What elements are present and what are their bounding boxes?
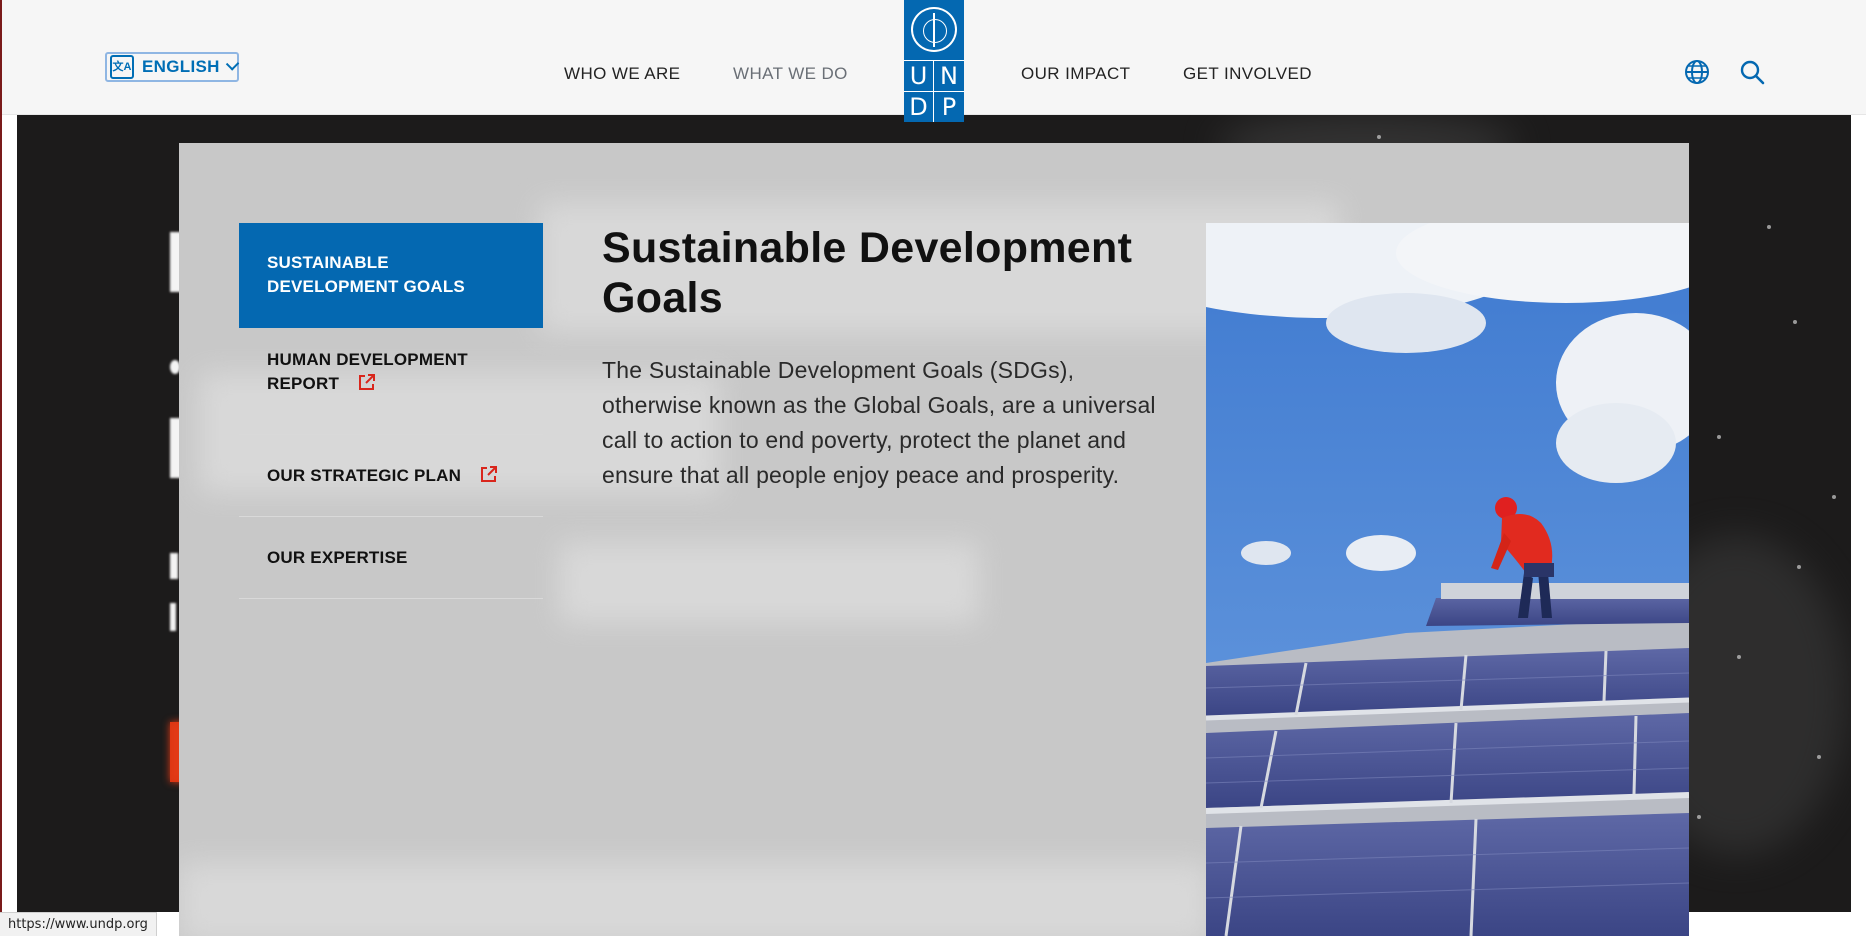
- window-edge: [0, 0, 2, 936]
- nav-our-impact[interactable]: OUR IMPACT: [1021, 64, 1130, 84]
- logo-letter: N: [934, 60, 964, 91]
- chevron-down-icon: [225, 57, 240, 71]
- menu-item-label: SUSTAINABLE: [267, 253, 389, 272]
- hero-text-fragment: [170, 553, 178, 579]
- menu-item-our-expertise[interactable]: OUR EXPERTISE: [239, 517, 543, 599]
- what-we-do-mega-menu: SUSTAINABLE DEVELOPMENT GOALS HUMAN DEVE…: [179, 143, 1689, 936]
- nav-get-involved[interactable]: GET INVOLVED: [1183, 64, 1312, 84]
- undp-logo[interactable]: U N D P: [904, 0, 964, 122]
- menu-item-label: REPORT: [267, 374, 340, 393]
- language-label: ENGLISH: [142, 57, 220, 76]
- menu-item-strategic-plan[interactable]: OUR STRATEGIC PLAN: [239, 435, 543, 517]
- un-emblem-icon: [911, 7, 957, 52]
- menu-item-label: OUR STRATEGIC PLAN: [267, 466, 462, 485]
- menu-item-label: HUMAN DEVELOPMENT: [267, 350, 468, 369]
- logo-letter: D: [904, 91, 934, 122]
- logo-letters: U N D P: [904, 60, 964, 122]
- menu-item-human-development-report[interactable]: HUMAN DEVELOPMENT REPORT: [239, 328, 543, 435]
- nav-what-we-do[interactable]: WHAT WE DO: [733, 64, 848, 84]
- globe-icon[interactable]: [1683, 58, 1711, 86]
- mega-menu-sidebar: SUSTAINABLE DEVELOPMENT GOALS HUMAN DEVE…: [239, 223, 543, 599]
- search-icon[interactable]: [1738, 58, 1766, 86]
- content-description: The Sustainable Development Goals (SDGs)…: [602, 357, 1156, 488]
- language-selector[interactable]: 文A ENGLISH: [105, 52, 240, 82]
- external-link-icon: [481, 466, 497, 482]
- hero-text-fragment: [170, 603, 176, 631]
- content-title[interactable]: Sustainable Development Goals: [602, 223, 1162, 323]
- logo-letter: P: [934, 91, 964, 122]
- solar-panel-worker-image: [1206, 223, 1689, 936]
- logo-letter: U: [904, 60, 934, 91]
- menu-content: Sustainable Development Goals The Sustai…: [602, 223, 1162, 493]
- external-link-icon: [358, 374, 375, 390]
- menu-item-label: OUR EXPERTISE: [267, 548, 408, 567]
- status-bar-url: https://www.undp.org: [0, 912, 157, 936]
- nav-who-we-are[interactable]: WHO WE ARE: [564, 64, 680, 84]
- menu-item-sdgs[interactable]: SUSTAINABLE DEVELOPMENT GOALS: [239, 223, 543, 328]
- menu-item-label: DEVELOPMENT GOALS: [267, 277, 465, 296]
- translate-icon: 文A: [110, 55, 135, 79]
- page: 文A ENGLISH WHO WE ARE WHAT WE DO OUR IMP…: [0, 0, 1866, 936]
